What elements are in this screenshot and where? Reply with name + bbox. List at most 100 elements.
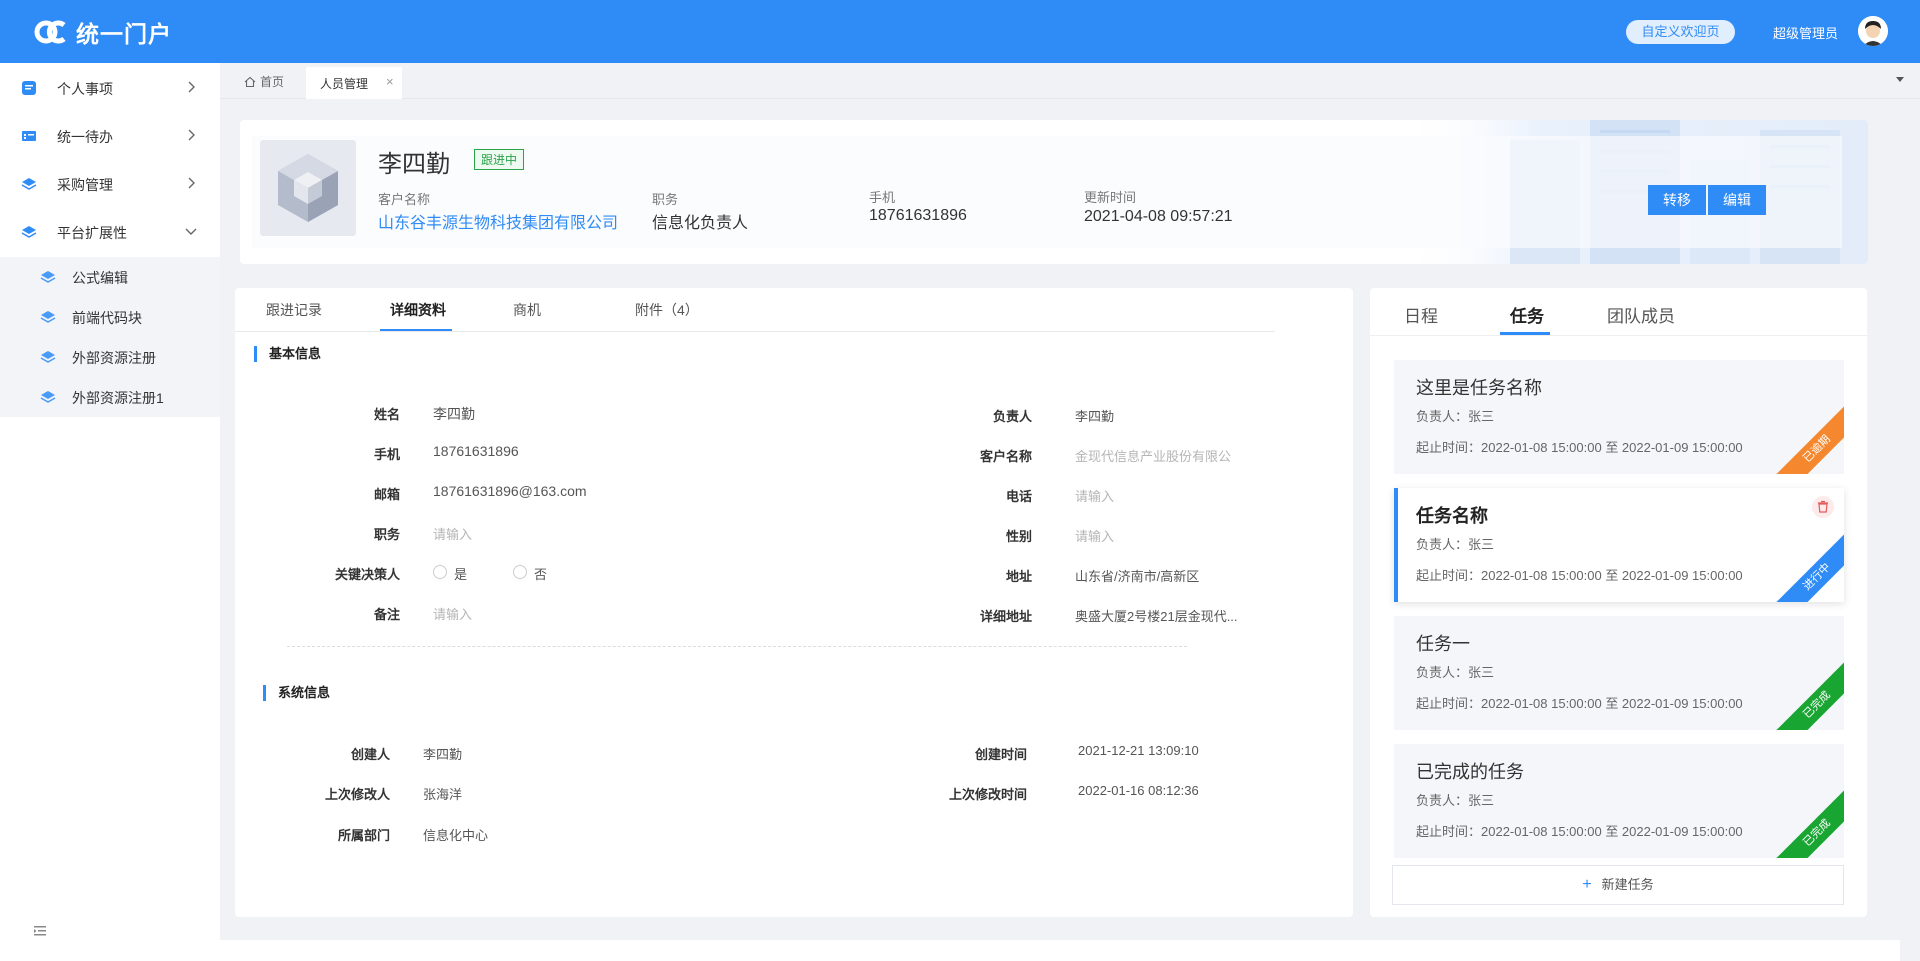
tab-follow-up[interactable]: 跟进记录 (266, 300, 322, 320)
todo-icon (22, 131, 36, 141)
sidebar-item-personal[interactable]: 个人事项 (0, 63, 220, 111)
value-mobile: 18761631896 (433, 443, 519, 459)
task-owner: 负责人：张三 (1416, 793, 1495, 808)
tab-details[interactable]: 详细资料 (390, 300, 446, 320)
active-tab-indicator (1500, 332, 1550, 335)
task-panel: 日程 任务 团队成员 这里是任务名称 负责人：张三 起止时间：2022-01-0… (1370, 288, 1867, 917)
avatar[interactable] (1858, 16, 1888, 46)
new-task-label: 新建任务 (1601, 877, 1654, 892)
sidebar-subitem-ext-resource[interactable]: 外部资源注册 (0, 337, 220, 377)
task-card[interactable]: 任务一 负责人：张三 起止时间：2022-01-08 15:00:00 至 20… (1394, 616, 1844, 730)
profile-inner: 李四勤 跟进中 客户名称 山东谷丰源生物科技集团有限公司 职务 信息化负责人 手… (252, 136, 1842, 248)
top-header: 统一门户 自定义欢迎页 超级管理员 (0, 0, 1920, 63)
task-deadline: 起止时间：2022-01-08 15:00:00 至 2022-01-09 15… (1416, 824, 1743, 839)
sidebar-subitem-frontend-code[interactable]: 前端代码块 (0, 297, 220, 337)
task-title: 任务名称 (1416, 506, 1488, 526)
app-logo[interactable]: 统一门户 (34, 15, 172, 49)
sidebar-subitem-ext-resource-1[interactable]: 外部资源注册1 (0, 377, 220, 417)
company-link[interactable]: 山东谷丰源生物科技集团有限公司 (378, 209, 618, 233)
status-ribbon: 已完成 (1770, 658, 1844, 730)
value-name: 李四勤 (433, 406, 475, 422)
tab-opportunity[interactable]: 商机 (513, 300, 541, 320)
profile-image (260, 140, 356, 236)
close-icon[interactable]: × (386, 74, 394, 89)
input-gender[interactable]: 请输入 (1075, 526, 1114, 545)
status-ribbon: 已完成 (1770, 786, 1844, 858)
value-creator: 李四勤 (423, 747, 463, 762)
doc-icon (22, 81, 36, 95)
label-creator: 创建人 (350, 747, 390, 762)
tab-team-members[interactable]: 团队成员 (1607, 302, 1675, 327)
label-detail-address: 详细地址 (979, 609, 1032, 624)
task-card[interactable]: 已完成的任务 负责人：张三 起止时间：2022-01-08 15:00:00 至… (1394, 744, 1844, 858)
layers-icon (21, 178, 37, 190)
status-badge: 跟进中 (474, 149, 525, 170)
field-value-position: 信息化负责人 (652, 215, 749, 232)
label-tel: 电话 (1005, 489, 1032, 504)
label-email: 邮箱 (373, 487, 400, 502)
sidebar-item-platform-ext[interactable]: 平台扩展性 (0, 207, 220, 255)
chevron-down-icon (185, 228, 197, 235)
tabs-dropdown-icon[interactable] (1896, 77, 1904, 82)
sidebar-item-label: 个人事项 (57, 81, 113, 97)
tab-label: 人员管理 (320, 77, 369, 91)
edit-button[interactable]: 编辑 (1708, 185, 1766, 215)
label-department: 所属部门 (337, 828, 390, 843)
page-tabs: 首页 人员管理 × (220, 63, 1920, 99)
sidebar-submenu: 公式编辑 前端代码块 外部资源注册 外部资源注册1 (0, 257, 220, 417)
layers-icon (40, 351, 56, 363)
field-label-phone: 手机 (869, 190, 896, 205)
value-modified-time: 2022-01-16 08:12:36 (1078, 783, 1199, 798)
radio-no[interactable] (513, 565, 527, 579)
tab-tasks[interactable]: 任务 (1510, 302, 1544, 327)
sidebar-item-procurement[interactable]: 采购管理 (0, 159, 220, 207)
sidebar-item-label: 采购管理 (57, 177, 113, 193)
sidebar-subitem-label: 外部资源注册1 (72, 390, 164, 406)
layers-icon (40, 271, 56, 283)
sidebar-subitem-formula[interactable]: 公式编辑 (0, 257, 220, 297)
trash-icon (1818, 500, 1828, 513)
transfer-button[interactable]: 转移 (1648, 185, 1706, 215)
sidebar-subitem-label: 公式编辑 (72, 270, 128, 286)
user-name[interactable]: 超级管理员 (1773, 23, 1838, 42)
input-tel[interactable]: 请输入 (1075, 486, 1114, 505)
task-card[interactable]: 这里是任务名称 负责人：张三 起止时间：2022-01-08 15:00:00 … (1394, 360, 1844, 474)
task-owner: 负责人：张三 (1416, 537, 1495, 552)
custom-welcome-button[interactable]: 自定义欢迎页 (1626, 20, 1735, 44)
tab-schedule[interactable]: 日程 (1404, 302, 1438, 327)
task-owner: 负责人：张三 (1416, 409, 1495, 424)
input-remark[interactable]: 请输入 (433, 604, 472, 623)
new-task-button[interactable]: + 新建任务 (1392, 865, 1844, 905)
value-address: 山东省/济南市/高新区 (1075, 569, 1200, 584)
collapse-menu-icon[interactable] (32, 923, 48, 939)
tab-personnel[interactable]: 人员管理 × (306, 67, 402, 99)
task-card-selected[interactable]: 任务名称 负责人：张三 起止时间：2022-01-08 15:00:00 至 2… (1394, 488, 1844, 602)
home-icon (244, 76, 256, 87)
sidebar: 个人事项 统一待办 采购管理 平台扩展性 公式编辑 前端代码块 外部资源注册 外… (0, 63, 220, 961)
delete-task-button[interactable] (1812, 496, 1834, 518)
customer-name: 李四勤 (378, 151, 450, 178)
section-system-info: 系统信息 (263, 685, 330, 701)
field-label-company: 客户名称 (378, 192, 431, 207)
label-name: 姓名 (373, 407, 400, 422)
sidebar-item-label: 统一待办 (57, 129, 113, 145)
task-title: 已完成的任务 (1416, 762, 1524, 782)
value-created-time: 2021-12-21 13:09:10 (1078, 743, 1199, 758)
label-customer: 客户名称 (979, 449, 1032, 464)
task-deadline: 起止时间：2022-01-08 15:00:00 至 2022-01-09 15… (1416, 440, 1743, 455)
value-customer: 金现代信息产业股份有限公 (1075, 449, 1232, 464)
value-detail-address: 奥盛大厦2号楼21层金现代... (1075, 609, 1238, 624)
input-position[interactable]: 请输入 (433, 524, 472, 543)
radio-yes[interactable] (433, 565, 447, 579)
tab-attachments[interactable]: 附件（4） (635, 300, 699, 320)
label-created-time: 创建时间 (974, 747, 1027, 762)
task-owner: 负责人：张三 (1416, 665, 1495, 680)
sidebar-item-todo[interactable]: 统一待办 (0, 111, 220, 159)
detail-panel: 跟进记录 详细资料 商机 附件（4） 基本信息 姓名 李四勤 手机 187616… (235, 288, 1353, 917)
chevron-right-icon (188, 81, 195, 93)
tab-home[interactable]: 首页 (244, 73, 284, 90)
avatar-icon (1858, 16, 1888, 46)
label-owner: 负责人 (992, 409, 1032, 424)
label-modified-time: 上次修改时间 (948, 787, 1027, 802)
logo-icon (34, 20, 66, 44)
